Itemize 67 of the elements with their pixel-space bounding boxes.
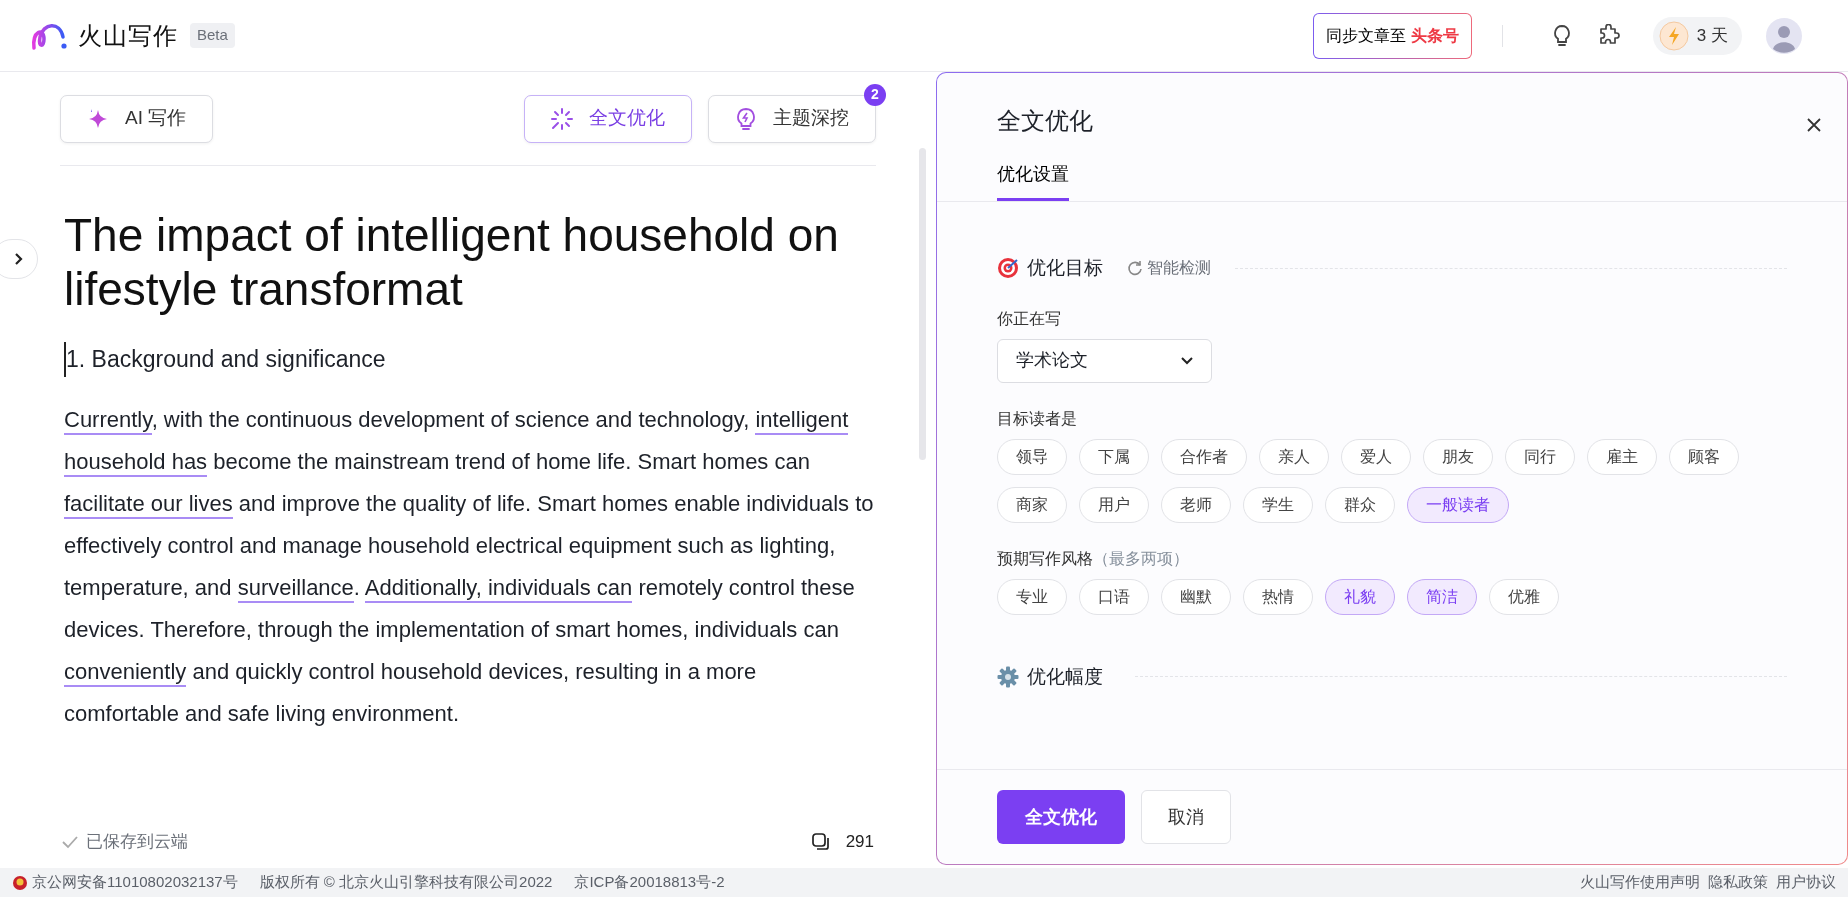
- save-status: 已保存到云端: [86, 831, 188, 854]
- target-icon: [997, 257, 1019, 280]
- settings-tab[interactable]: 优化设置: [997, 161, 1069, 201]
- count-badge: 2: [864, 83, 886, 106]
- footer-link[interactable]: 火山写作使用声明: [1580, 871, 1700, 894]
- footer-text: 京ICP备20018813号-2: [574, 872, 725, 893]
- section-heading: 1. Background and significance: [64, 342, 386, 377]
- reader-option[interactable]: 同行: [1505, 438, 1575, 475]
- copy-icon[interactable]: [811, 833, 830, 851]
- reader-option[interactable]: 学生: [1243, 486, 1313, 523]
- footer-text: 版权所有 © 北京火山引擎科技有限公司2022: [259, 872, 553, 893]
- style-option[interactable]: 礼貌: [1325, 578, 1395, 615]
- reader-option[interactable]: 亲人: [1259, 438, 1329, 475]
- optimize-button[interactable]: 全文优化: [997, 790, 1125, 844]
- chevron-right-icon: [14, 252, 24, 266]
- gear-icon: [997, 665, 1019, 688]
- footer-link[interactable]: 隐私政策: [1708, 871, 1768, 894]
- sync-article-button[interactable]: 同步文章至 头条号: [1313, 12, 1472, 59]
- reader-option[interactable]: 领导: [997, 438, 1067, 475]
- reader-option[interactable]: 群众: [1325, 486, 1395, 523]
- reader-option[interactable]: 爱人: [1341, 438, 1411, 475]
- cancel-button[interactable]: 取消: [1141, 790, 1231, 844]
- chevron-down-icon: [1181, 356, 1193, 365]
- field-label: 目标读者是: [997, 408, 1078, 429]
- reader-option[interactable]: 朋友: [1423, 438, 1493, 475]
- style-option[interactable]: 专业: [997, 578, 1067, 615]
- panel-title: 全文优化: [997, 106, 1093, 136]
- reader-option[interactable]: 下属: [1079, 438, 1149, 475]
- field-hint: （最多两项）: [1093, 549, 1189, 567]
- refresh-icon[interactable]: [1127, 260, 1143, 277]
- check-icon: [62, 835, 78, 849]
- reader-option[interactable]: 一般读者: [1407, 486, 1509, 523]
- lightning-icon: [1658, 20, 1689, 51]
- logo-text: 火山写作: [78, 20, 178, 51]
- section-title: 优化幅度: [1027, 664, 1103, 689]
- close-icon[interactable]: [1806, 117, 1822, 133]
- burst-icon: [551, 107, 573, 130]
- footer-text: 京公网安备11010802032137号: [32, 872, 238, 893]
- word-count: 291: [845, 831, 874, 854]
- streak-days: 3 天: [1696, 22, 1728, 49]
- emblem-icon: [12, 874, 28, 891]
- reader-option[interactable]: 顾客: [1669, 438, 1739, 475]
- reader-option[interactable]: 用户: [1079, 486, 1149, 523]
- reader-option[interactable]: 雇主: [1587, 438, 1657, 475]
- style-option[interactable]: 口语: [1079, 578, 1149, 615]
- paragraph: Currently, with the continuous development of science and technology, intelligent household has become the mainstream trend of home life. Smart homes can facilitate our lives and improve the quality of life. Smart homes enable individuals to effectively control and manage household electrical equipment such as lighting, temperature, and surveillance. Additionally, individuals can remotely control these devices. Therefore, through the implementation of smart homes, individuals can conveniently and quickly control household devices, resulting in a more comfortable and safe living environment.: [64, 405, 874, 728]
- reader-option[interactable]: 老师: [1161, 486, 1231, 523]
- writing-type-select[interactable]: 学术论文: [997, 338, 1212, 383]
- beta-badge: Beta: [190, 23, 235, 48]
- style-option[interactable]: 优雅: [1489, 578, 1559, 615]
- section-title: 优化目标: [1027, 256, 1103, 280]
- reader-option[interactable]: 合作者: [1161, 438, 1247, 475]
- reader-option[interactable]: 商家: [997, 486, 1067, 523]
- smart-detect-link[interactable]: 智能检测: [1147, 256, 1211, 281]
- toolbar-button[interactable]: 全文优化: [524, 94, 692, 143]
- style-option[interactable]: 热情: [1243, 578, 1313, 615]
- style-option[interactable]: 简洁: [1407, 578, 1477, 615]
- field-label: 你正在写: [997, 308, 1062, 329]
- style-option[interactable]: 幽默: [1161, 578, 1231, 615]
- avatar-icon[interactable]: [1766, 17, 1802, 54]
- toolbar-button[interactable]: AI 写作: [60, 94, 214, 143]
- scrollbar[interactable]: [919, 148, 926, 460]
- field-label: 预期写作风格: [997, 549, 1093, 567]
- bulb-icon: [735, 106, 757, 131]
- expand-sidebar-button[interactable]: [0, 239, 38, 279]
- footer-link[interactable]: 用户协议: [1776, 871, 1836, 894]
- document-title: The impact of intelligent household on lifestyle transformat: [64, 208, 840, 316]
